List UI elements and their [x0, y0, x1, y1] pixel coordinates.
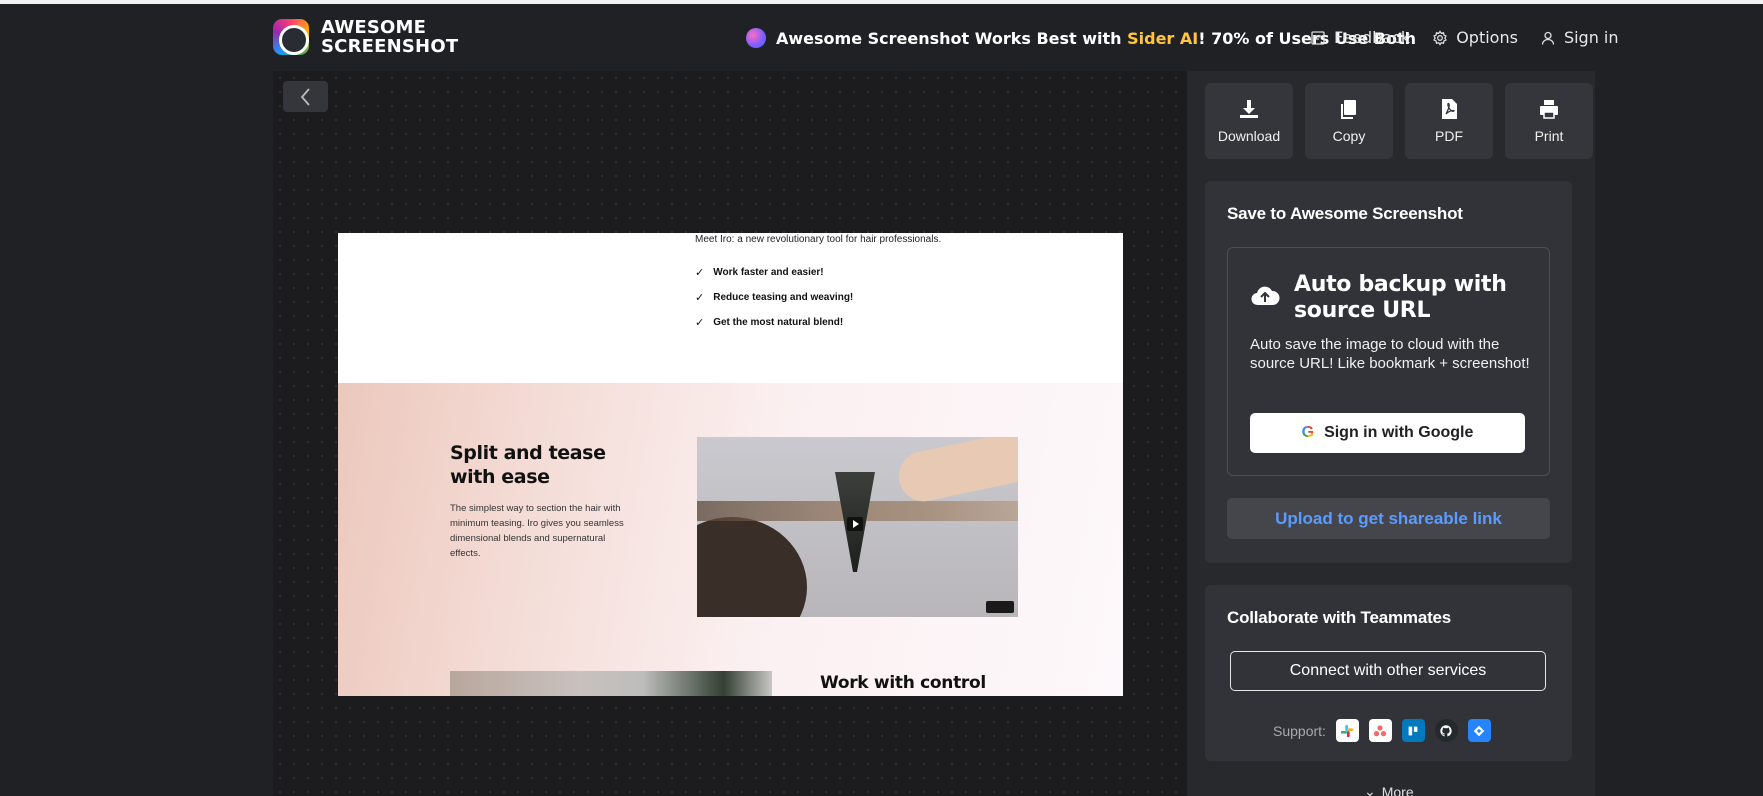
hair-head-shape	[697, 517, 807, 617]
feedback-label: Feedback	[1334, 28, 1411, 47]
copy-button[interactable]: Copy	[1305, 83, 1393, 159]
feedback-link[interactable]: Feedback	[1310, 28, 1410, 47]
check-icon: ✓	[695, 316, 705, 329]
connect-services-button[interactable]: Connect with other services	[1230, 651, 1546, 691]
feature-heading: Split and tease with ease	[450, 442, 606, 488]
right-side-panel: Download Copy PDF Print Save to Awesome …	[1187, 71, 1595, 796]
app-logo[interactable]: AWESOME SCREENSHOT	[273, 18, 458, 56]
pdf-button[interactable]: PDF	[1405, 83, 1493, 159]
check-icon: ✓	[695, 291, 705, 304]
user-icon	[1541, 31, 1555, 45]
top-bar: AWESOME SCREENSHOT Awesome Screenshot Wo…	[0, 4, 1763, 70]
download-icon	[1240, 100, 1258, 118]
collaborate-title: Collaborate with Teammates	[1227, 608, 1452, 627]
options-link[interactable]: Options	[1432, 28, 1518, 47]
promo-highlight: Sider AI	[1127, 28, 1199, 48]
screenshot-preview[interactable]: Meet Iro: a new revolutionary tool for h…	[338, 233, 1123, 696]
upload-shareable-link-button[interactable]: Upload to get shareable link	[1227, 498, 1550, 539]
pdf-label: PDF	[1435, 128, 1463, 144]
screenshot-checklist: ✓ Work faster and easier! ✓ Reduce teasing…	[695, 266, 853, 341]
feedback-icon	[1311, 30, 1325, 45]
sign-in-google-label: Sign in with Google	[1324, 424, 1474, 441]
video-controls-icon	[986, 601, 1014, 613]
awesome-screenshot-logo-icon	[273, 19, 309, 55]
asana-icon[interactable]	[1368, 719, 1392, 742]
save-card-title: Save to Awesome Screenshot	[1227, 204, 1463, 223]
supported-services: Support:	[1273, 719, 1491, 742]
auto-backup-box: Auto backup with source URL Auto save th…	[1227, 247, 1550, 476]
checklist-text: Get the most natural blend!	[713, 316, 844, 328]
cloud-upload-icon	[1251, 286, 1280, 306]
sign-in-label: Sign in	[1563, 28, 1619, 47]
chevron-down-icon: ⌄	[1364, 783, 1376, 796]
screenshot-feature-section: Split and tease with ease The simplest w…	[338, 383, 1123, 696]
print-label: Print	[1534, 128, 1564, 144]
google-icon: G	[1301, 424, 1315, 441]
github-icon[interactable]	[1434, 719, 1458, 742]
logo-line2: SCREENSHOT	[321, 36, 459, 57]
screenshot-intro-text: Meet Iro: a new revolutionary tool for h…	[695, 234, 942, 245]
feature-description: The simplest way to section the hair wit…	[450, 503, 624, 559]
promo-prefix: Awesome Screenshot Works Best with	[776, 28, 1128, 48]
second-feature-heading: Work with control	[820, 673, 986, 693]
slack-icon[interactable]	[1335, 719, 1359, 742]
copy-label: Copy	[1332, 128, 1366, 144]
sider-brain-icon	[746, 28, 766, 48]
auto-backup-title: Auto backup with source URL	[1294, 272, 1507, 323]
logo-text: AWESOME SCREENSHOT	[321, 18, 458, 56]
print-button[interactable]: Print	[1505, 83, 1593, 159]
hand-shape	[894, 437, 1018, 506]
header-nav: Feedback Options Sign in	[1310, 28, 1619, 47]
download-label: Download	[1217, 128, 1281, 144]
checklist-item: ✓ Get the most natural blend!	[695, 316, 853, 329]
sign-in-google-button[interactable]: G Sign in with Google	[1250, 413, 1525, 453]
printer-icon	[1540, 100, 1558, 119]
checklist-item: ✓ Work faster and easier!	[695, 266, 853, 279]
check-icon: ✓	[695, 266, 705, 279]
save-card: Save to Awesome Screenshot Auto backup w…	[1205, 181, 1572, 563]
collaborate-card: Collaborate with Teammates Connect with …	[1205, 585, 1572, 761]
checklist-text: Reduce teasing and weaving!	[713, 291, 854, 303]
feature-video-thumbnail	[697, 437, 1018, 617]
export-actions: Download Copy PDF Print	[1205, 83, 1593, 159]
gear-icon	[1433, 29, 1447, 46]
back-button[interactable]	[283, 81, 328, 112]
checklist-text: Work faster and easier!	[713, 266, 824, 278]
logo-line1: AWESOME	[321, 17, 427, 38]
checklist-item: ✓ Reduce teasing and weaving!	[695, 291, 854, 304]
trello-icon[interactable]	[1401, 719, 1425, 742]
auto-backup-description: Auto save the image to cloud with the so…	[1250, 336, 1530, 372]
sign-in-link[interactable]: Sign in	[1540, 28, 1619, 47]
second-feature-image	[450, 671, 772, 696]
jira-icon[interactable]	[1467, 719, 1491, 742]
more-toggle[interactable]: ⌄ More	[1364, 783, 1414, 796]
download-button[interactable]: Download	[1205, 83, 1293, 159]
options-label: Options	[1456, 28, 1518, 47]
pdf-icon	[1442, 99, 1457, 119]
more-label: More	[1381, 783, 1414, 796]
copy-icon	[1341, 100, 1356, 119]
chevron-left-icon	[300, 87, 310, 106]
support-label: Support:	[1273, 722, 1326, 739]
play-icon	[847, 517, 863, 531]
